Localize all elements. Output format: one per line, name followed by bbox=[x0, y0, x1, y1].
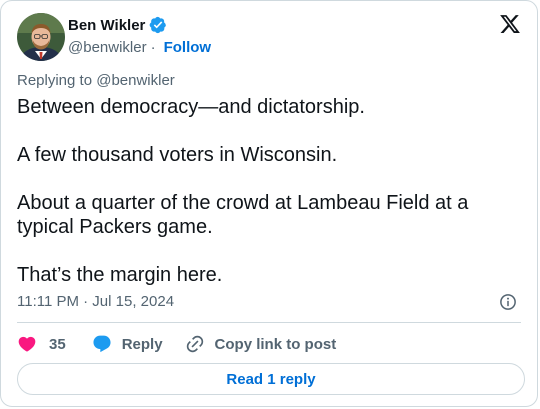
reply-label: Reply bbox=[121, 335, 163, 353]
copy-link-button[interactable]: Copy link to post bbox=[185, 334, 337, 354]
author-handle-line: @benwikler · Follow bbox=[68, 37, 211, 57]
speech-bubble-icon bbox=[93, 335, 111, 353]
read-replies-button[interactable]: Read 1 reply bbox=[17, 363, 525, 395]
handle-separator: · bbox=[150, 38, 156, 56]
avatar[interactable] bbox=[17, 13, 65, 61]
link-icon bbox=[186, 335, 203, 353]
author-name[interactable]: Ben Wikler bbox=[68, 17, 145, 34]
like-button[interactable]: 35 bbox=[17, 334, 66, 354]
author-info: Ben Wikler @benwikler · Follow bbox=[68, 15, 211, 57]
heart-icon bbox=[18, 336, 36, 352]
tweet-timestamp[interactable]: 11:11 PM · Jul 15, 2024 bbox=[17, 293, 174, 310]
like-count: 35 bbox=[49, 335, 66, 353]
tweet-card: Ben Wikler @benwikler · Follow Replying … bbox=[0, 0, 538, 407]
action-bar: 35 Reply Copy link to post bbox=[17, 334, 336, 354]
avatar-image bbox=[17, 13, 65, 61]
info-icon[interactable] bbox=[499, 293, 517, 311]
copy-link-label: Copy link to post bbox=[214, 335, 337, 353]
verified-badge-icon bbox=[150, 16, 167, 34]
divider bbox=[17, 322, 521, 323]
replying-to[interactable]: Replying to @benwikler bbox=[17, 72, 175, 89]
author-handle[interactable]: @benwikler bbox=[68, 39, 147, 56]
follow-button[interactable]: Follow bbox=[164, 39, 212, 56]
author-name-line: Ben Wikler bbox=[68, 15, 211, 35]
tweet-text: Between democracy—and dictatorship. A fe… bbox=[17, 96, 469, 286]
reply-button[interactable]: Reply bbox=[92, 334, 163, 354]
x-logo-icon[interactable] bbox=[499, 13, 521, 35]
